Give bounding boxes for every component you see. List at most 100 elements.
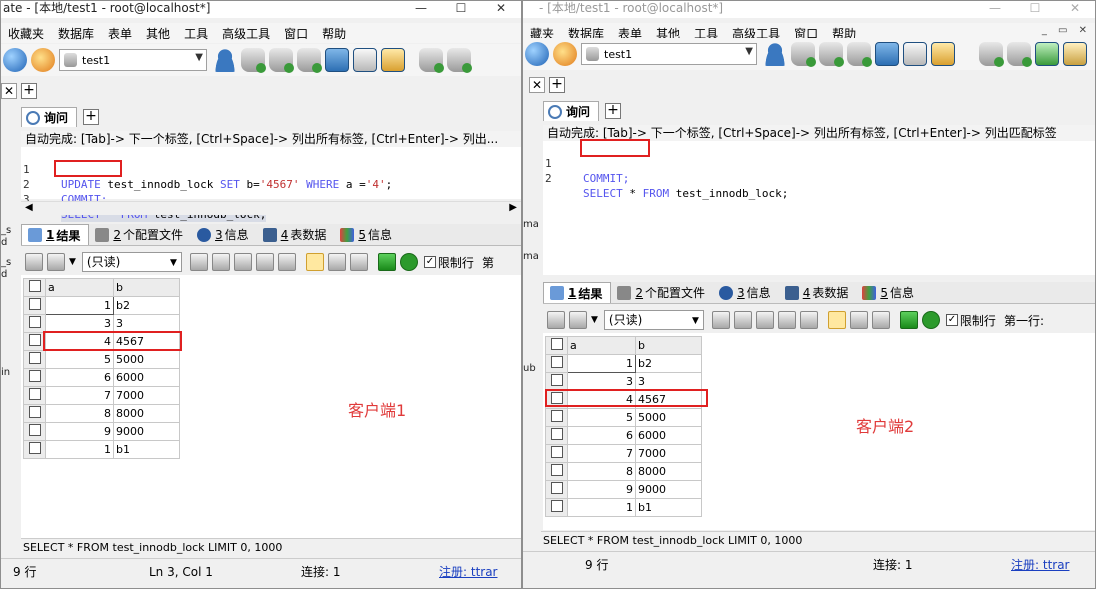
- row-checkbox-cell[interactable]: [545, 354, 568, 373]
- select-all-checkbox[interactable]: [23, 278, 46, 297]
- db-import-icon[interactable]: [791, 42, 816, 67]
- cell-b[interactable]: 6000: [113, 368, 180, 387]
- tab-profiles[interactable]: 2 个配置文件: [611, 282, 713, 303]
- cell-b[interactable]: b1: [635, 498, 702, 517]
- cell-a[interactable]: 3: [45, 314, 114, 333]
- row-checkbox-cell[interactable]: [545, 462, 568, 481]
- row-checkbox-cell[interactable]: [23, 296, 46, 315]
- db-export-icon[interactable]: [819, 42, 844, 67]
- text-view-icon[interactable]: [871, 311, 890, 329]
- table-row[interactable]: 6 6000: [545, 426, 702, 445]
- limit-checkbox[interactable]: ✓: [945, 314, 958, 326]
- tab-messages[interactable]: 3 信息: [713, 282, 779, 303]
- new-connection-icon[interactable]: [31, 48, 55, 72]
- table-row[interactable]: 7 7000: [545, 444, 702, 463]
- table-icon[interactable]: [903, 42, 927, 66]
- tab-profiles[interactable]: 2 个配置文件: [89, 224, 191, 245]
- cell-b[interactable]: 5000: [113, 350, 180, 369]
- save-icon[interactable]: [755, 311, 774, 329]
- db-schema-icon[interactable]: [447, 48, 472, 73]
- row-checkbox-cell[interactable]: [23, 368, 46, 387]
- eraser-icon[interactable]: [419, 48, 444, 73]
- register-link[interactable]: 注册: ttrar: [1011, 552, 1070, 578]
- cell-b[interactable]: 3: [113, 314, 180, 333]
- table-row[interactable]: 9 9000: [545, 480, 702, 499]
- chevron-down-icon[interactable]: ▼: [591, 315, 598, 325]
- cell-a[interactable]: 1: [567, 354, 636, 373]
- checkbox[interactable]: [550, 374, 563, 386]
- cell-a[interactable]: 1: [567, 498, 636, 517]
- table-row[interactable]: 33: [545, 372, 702, 391]
- add-row-icon[interactable]: [711, 311, 730, 329]
- table-row[interactable]: 1 b2: [545, 354, 702, 373]
- user-icon[interactable]: [763, 42, 787, 66]
- tab-query[interactable]: 询问: [21, 107, 78, 127]
- cell-b[interactable]: 9000: [635, 480, 702, 499]
- tab-results[interactable]: 1 结果: [21, 224, 90, 245]
- schema-sync-icon[interactable]: [325, 48, 349, 72]
- cancel-icon[interactable]: [277, 253, 296, 271]
- tab-info[interactable]: 5 信息: [334, 224, 400, 245]
- checkbox[interactable]: [550, 446, 563, 458]
- sql-editor[interactable]: 1 COMMIT; 2 SELECT * FROM test_innodb_lo…: [543, 141, 1095, 275]
- table-row[interactable]: 9 9000: [23, 422, 180, 441]
- cell-a[interactable]: 6: [45, 368, 114, 387]
- limit-checkbox[interactable]: ✓: [423, 256, 436, 268]
- checkbox[interactable]: [28, 298, 41, 310]
- new-connection-icon[interactable]: [553, 42, 577, 66]
- connect-icon[interactable]: [3, 48, 27, 72]
- readonly-selector[interactable]: (只读) ▼: [81, 252, 182, 272]
- minimize-icon[interactable]: —: [975, 1, 1015, 18]
- db-backup-icon[interactable]: [297, 48, 322, 73]
- column-header[interactable]: a: [567, 336, 636, 355]
- row-checkbox-cell[interactable]: [545, 372, 568, 391]
- row-checkbox-cell[interactable]: [23, 404, 46, 423]
- notes-icon[interactable]: [1063, 42, 1087, 66]
- column-header[interactable]: b: [635, 336, 702, 355]
- add-tab-icon[interactable]: +: [549, 77, 565, 93]
- scroll-right-icon[interactable]: ▶: [509, 202, 517, 213]
- import-dropdown-icon[interactable]: [47, 253, 65, 271]
- minimize-icon[interactable]: —: [401, 1, 441, 18]
- cell-b[interactable]: b1: [113, 440, 180, 459]
- checkbox[interactable]: [28, 388, 41, 400]
- query-builder-icon[interactable]: [931, 42, 955, 66]
- table-row[interactable]: 1 b1: [545, 498, 702, 517]
- row-checkbox-cell[interactable]: [23, 386, 46, 405]
- grid-view-icon[interactable]: [827, 311, 846, 329]
- menu-favorites[interactable]: 收藏夹: [1, 25, 51, 42]
- limit-rows-toggle[interactable]: ✓ 限制行 第一行:: [945, 312, 1044, 329]
- checkbox[interactable]: [28, 370, 41, 382]
- cell-b[interactable]: 6000: [635, 426, 702, 445]
- menu-help[interactable]: 帮助: [315, 25, 353, 42]
- connect-icon[interactable]: [525, 42, 549, 66]
- cell-a[interactable]: 8: [45, 404, 114, 423]
- checkbox[interactable]: [28, 280, 41, 292]
- register-link[interactable]: 注册: ttrar: [439, 559, 498, 585]
- table-icon[interactable]: [353, 48, 377, 72]
- checkbox[interactable]: [550, 482, 563, 494]
- row-checkbox-cell[interactable]: [545, 480, 568, 499]
- table-row[interactable]: 1 b2: [23, 296, 180, 315]
- checkbox[interactable]: [28, 406, 41, 418]
- checkbox[interactable]: [28, 424, 41, 436]
- menu-database[interactable]: 数据库: [51, 25, 101, 42]
- row-checkbox-cell[interactable]: [23, 314, 46, 333]
- query-builder-icon[interactable]: [381, 48, 405, 72]
- table-row[interactable]: 8 8000: [545, 462, 702, 481]
- menu-other[interactable]: 其他: [139, 25, 177, 42]
- cell-b[interactable]: 7000: [635, 444, 702, 463]
- column-header[interactable]: b: [113, 278, 180, 297]
- checkbox[interactable]: [550, 410, 563, 422]
- checkbox[interactable]: [550, 356, 563, 368]
- checkbox[interactable]: [28, 316, 41, 328]
- close-icon[interactable]: ✕: [1055, 1, 1095, 18]
- text-view-icon[interactable]: [349, 253, 368, 271]
- delete-icon[interactable]: [255, 253, 274, 271]
- tab-messages[interactable]: 3 信息: [191, 224, 257, 245]
- row-checkbox-cell[interactable]: [23, 440, 46, 459]
- readonly-selector[interactable]: (只读) ▼: [603, 310, 704, 330]
- grid-view-icon[interactable]: [305, 253, 324, 271]
- cell-b[interactable]: b2: [113, 296, 180, 315]
- add-tab-icon[interactable]: +: [21, 83, 37, 99]
